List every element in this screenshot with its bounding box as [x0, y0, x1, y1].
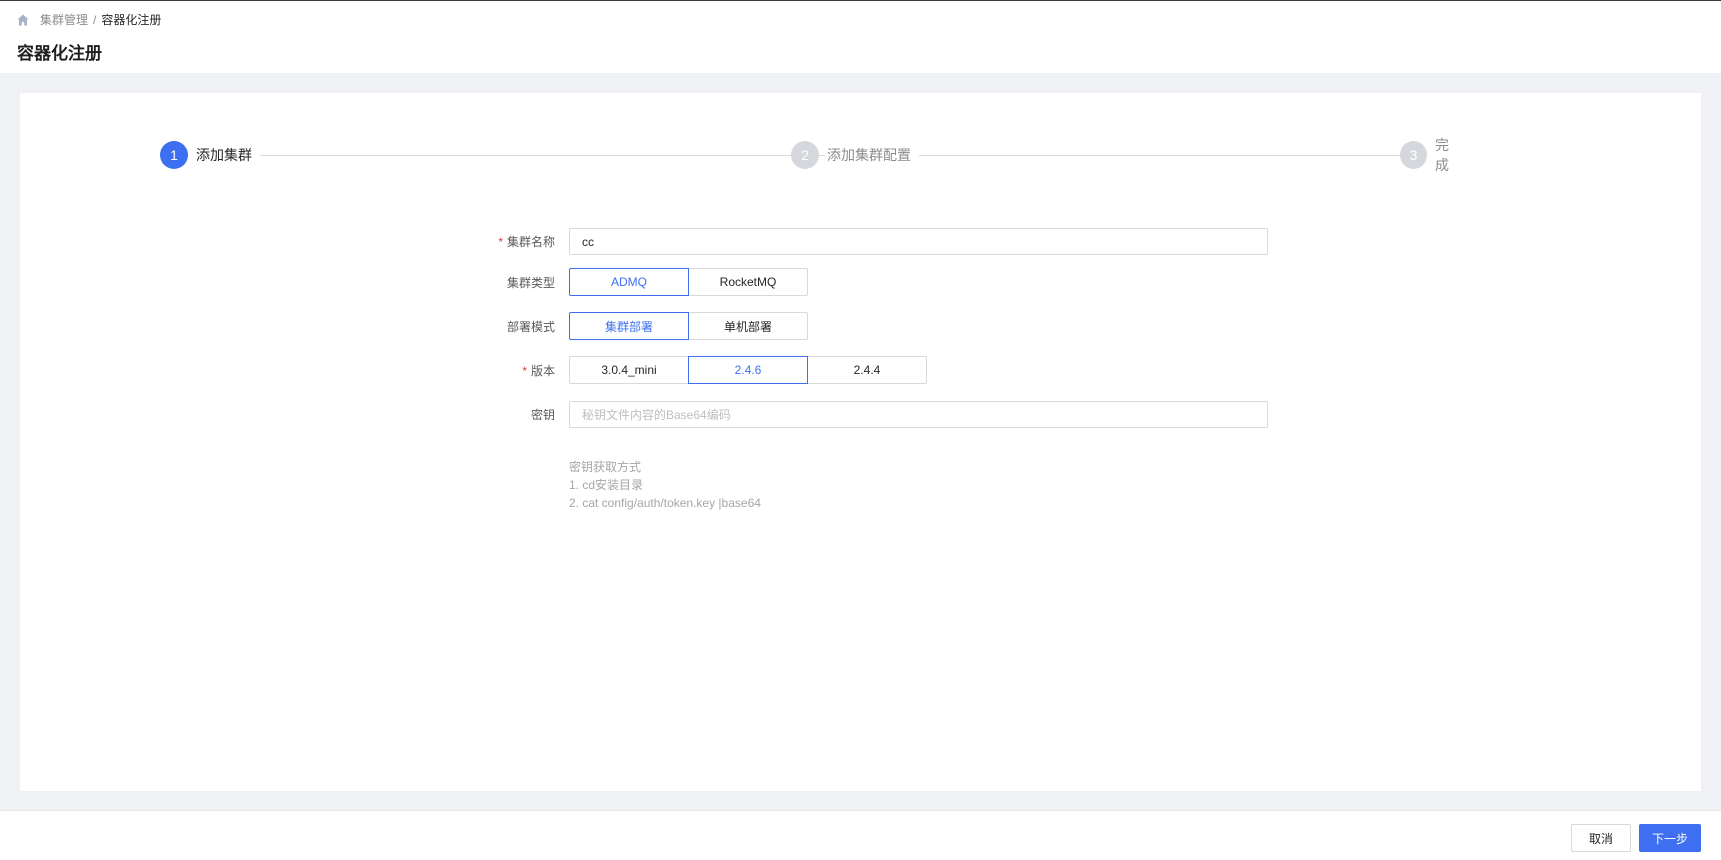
version-row: * 版本 3.0.4_mini 2.4.6 2.4.4: [20, 356, 1701, 384]
version-3-0-4-mini[interactable]: 3.0.4_mini: [569, 356, 689, 384]
step-connector-1: [250, 155, 825, 156]
deploy-mode-row: 部署模式 集群部署 单机部署: [20, 312, 1701, 340]
cluster-type-row: 集群类型 ADMQ RocketMQ: [20, 268, 1701, 296]
step-1-label: 添加集群: [196, 145, 260, 165]
secret-row: 密钥: [20, 401, 1701, 428]
page-header: 集群管理 / 容器化注册 容器化注册: [0, 1, 1721, 73]
page-title: 容器化注册: [17, 44, 102, 63]
breadcrumb: 集群管理 / 容器化注册: [16, 11, 161, 28]
step-2-number: 2: [791, 141, 819, 169]
secret-help-step-2: 2. cat config/auth/token.key |base64: [569, 496, 761, 510]
version-label-text: 版本: [530, 363, 555, 378]
deploy-mode-label: 部署模式: [506, 319, 555, 334]
next-button[interactable]: 下一步: [1639, 824, 1701, 852]
breadcrumb-separator: /: [93, 12, 97, 27]
step-3-label: 完成: [1435, 135, 1470, 175]
cluster-type-rocketmq[interactable]: RocketMQ: [688, 268, 808, 296]
required-mark: *: [498, 235, 503, 249]
cluster-type-group: ADMQ RocketMQ: [569, 268, 808, 296]
secret-input[interactable]: [569, 401, 1268, 428]
breadcrumb-current: 容器化注册: [101, 13, 162, 27]
secret-help-title: 密钥获取方式: [569, 460, 642, 474]
version-group: 3.0.4_mini 2.4.6 2.4.4: [569, 356, 927, 384]
cluster-type-admq[interactable]: ADMQ: [569, 268, 689, 296]
cluster-name-label: * 集群名称: [20, 233, 555, 250]
cluster-type-label: 集群类型: [506, 275, 555, 290]
deploy-mode-standalone[interactable]: 单机部署: [688, 312, 808, 340]
version-label: * 版本: [20, 362, 555, 379]
deploy-mode-cluster[interactable]: 集群部署: [569, 312, 689, 340]
secret-label: 密钥: [530, 408, 555, 422]
step-3: 3 完成: [1400, 135, 1470, 175]
step-2: 2 添加集群配置: [791, 140, 919, 170]
deploy-mode-group: 集群部署 单机部署: [569, 312, 808, 340]
step-3-number: 3: [1400, 141, 1427, 169]
step-1: 1 添加集群: [160, 140, 260, 170]
main-card: 1 添加集群 2 添加集群配置 3 完成 *集群名称 集群类型 ADMQ: [20, 93, 1701, 791]
step-2-label: 添加集群配置: [827, 145, 919, 165]
version-2-4-6[interactable]: 2.4.6: [688, 356, 808, 384]
required-mark: *: [522, 363, 527, 378]
steps: 1 添加集群 2 添加集群配置 3 完成: [160, 135, 1470, 175]
cluster-name-input[interactable]: [569, 228, 1268, 255]
version-2-4-4[interactable]: 2.4.4: [807, 356, 927, 384]
step-1-number: 1: [160, 141, 188, 169]
step-connector-2: [850, 155, 1405, 156]
cluster-name-row: * 集群名称: [20, 228, 1701, 255]
page: 集群管理 / 容器化注册 容器化注册 1 添加集群 2 添加集群配置 3 完成: [0, 0, 1721, 860]
breadcrumb-parent[interactable]: 集群管理: [40, 11, 88, 28]
footer-bar: 取消 下一步: [0, 810, 1721, 860]
cancel-button[interactable]: 取消: [1571, 824, 1631, 852]
home-icon[interactable]: [16, 13, 30, 27]
secret-help: 密钥获取方式 1. cd安装目录 2. cat config/auth/toke…: [569, 458, 761, 512]
secret-help-step-1: 1. cd安装目录: [569, 478, 644, 492]
cluster-name-label-text: 集群名称: [506, 235, 555, 249]
